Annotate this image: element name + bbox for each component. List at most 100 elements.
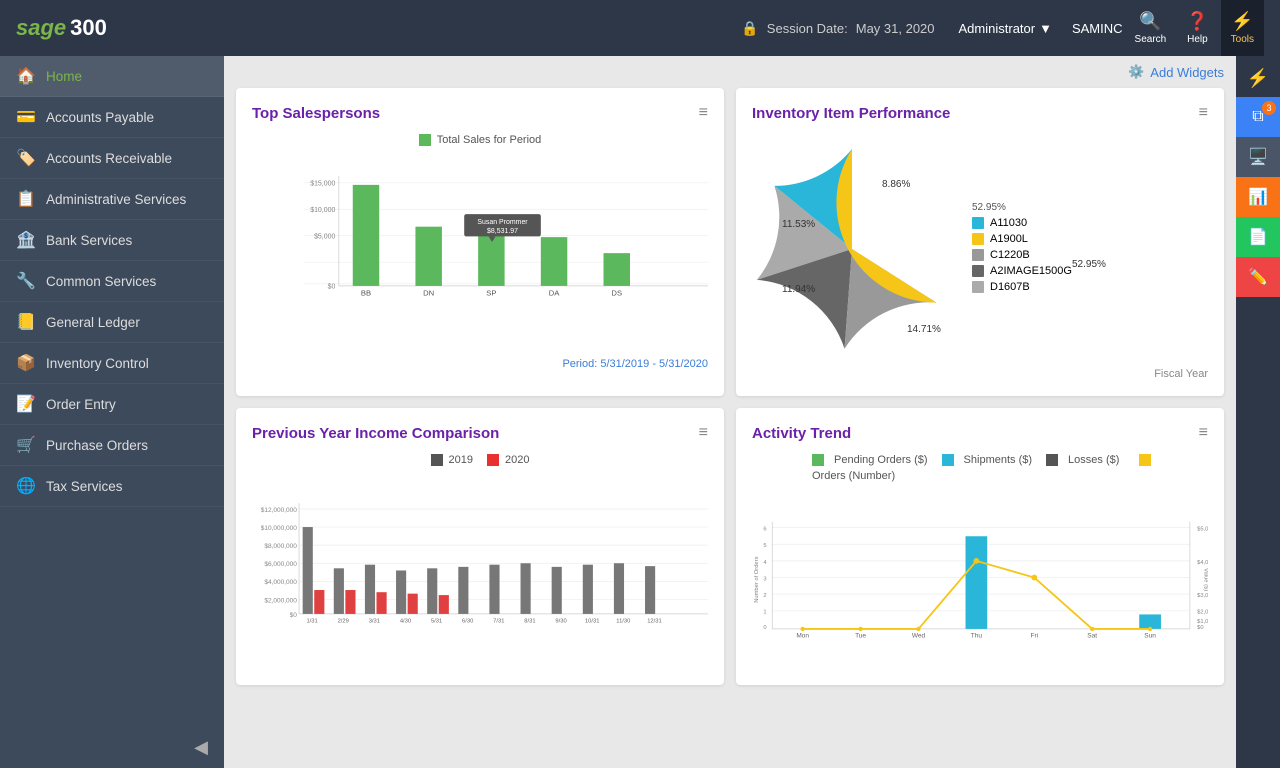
tools-button[interactable]: ⚡ Tools bbox=[1221, 0, 1264, 56]
home-icon: 🏠 bbox=[16, 66, 36, 86]
company-label: SAMINC bbox=[1072, 21, 1123, 36]
right-panel: ⚡ ⧉ 3 🖥️ 📊 📄 ✏️ bbox=[1236, 56, 1280, 768]
sidebar-item-order-entry[interactable]: 📝 Order Entry bbox=[0, 384, 224, 425]
sidebar-item-accounts-receivable[interactable]: 🏷️ Accounts Receivable bbox=[0, 138, 224, 179]
sidebar-item-purchase-orders[interactable]: 🛒 Purchase Orders bbox=[0, 425, 224, 466]
sidebar-item-accounts-payable[interactable]: 💳 Accounts Payable bbox=[0, 97, 224, 138]
svg-text:7/31: 7/31 bbox=[493, 619, 504, 625]
svg-text:Fri: Fri bbox=[1030, 633, 1038, 640]
sidebar-item-general-ledger[interactable]: 📒 General Ledger bbox=[0, 302, 224, 343]
svg-text:$4,000: $4,000 bbox=[1197, 560, 1208, 566]
sidebar-item-home[interactable]: 🏠 Home bbox=[0, 56, 224, 97]
svg-text:3: 3 bbox=[763, 576, 766, 582]
svg-text:5/31: 5/31 bbox=[431, 619, 442, 625]
lock-icon: 🔒 bbox=[741, 20, 758, 37]
svg-text:$15,000: $15,000 bbox=[310, 181, 335, 188]
svg-text:10/31: 10/31 bbox=[585, 619, 599, 625]
svg-text:$5,000: $5,000 bbox=[1197, 526, 1208, 532]
svg-text:DS: DS bbox=[611, 289, 622, 298]
svg-text:12/31: 12/31 bbox=[647, 619, 661, 625]
search-button[interactable]: 🔍 Search bbox=[1127, 7, 1175, 49]
legend-losses: Losses ($) bbox=[1068, 454, 1119, 466]
common-services-icon: 🔧 bbox=[16, 271, 36, 291]
session-date: May 31, 2020 bbox=[856, 21, 935, 36]
sidebar-item-administrative-services[interactable]: 📋 Administrative Services bbox=[0, 179, 224, 220]
main-layout: 🏠 Home 💳 Accounts Payable 🏷️ Accounts Re… bbox=[0, 56, 1280, 768]
inventory-menu[interactable]: ≡ bbox=[1199, 104, 1208, 122]
inventory-performance-widget: Inventory Item Performance ≡ bbox=[736, 88, 1224, 396]
activity-menu[interactable]: ≡ bbox=[1199, 424, 1208, 442]
salespersons-legend: Total Sales for Period bbox=[252, 134, 708, 146]
income-header: Previous Year Income Comparison ≡ bbox=[252, 424, 708, 442]
right-icon-windows[interactable]: ⧉ 3 bbox=[1236, 97, 1280, 137]
windows-badge: 3 bbox=[1262, 101, 1276, 115]
add-widgets-button[interactable]: ⚙️ Add Widgets bbox=[1128, 64, 1224, 80]
activity-svg: 6 5 4 3 2 1 0 $5,000 $4,000 $3,000 $2,00… bbox=[752, 494, 1208, 669]
salespersons-legend-label: Total Sales for Period bbox=[437, 134, 542, 146]
legend-shipments: Shipments ($) bbox=[964, 454, 1032, 466]
salespersons-chart: $15,000 $10,000 $5,000 $0 BB DN SP bbox=[252, 154, 708, 354]
top-bar: ⚙️ Add Widgets bbox=[236, 64, 1224, 80]
admin-button[interactable]: Administrator ▼ bbox=[951, 17, 1060, 40]
svg-text:$3,000: $3,000 bbox=[1197, 593, 1208, 599]
svg-text:6: 6 bbox=[763, 526, 766, 532]
svg-text:$2,000: $2,000 bbox=[1197, 610, 1208, 616]
svg-text:$0: $0 bbox=[1197, 625, 1203, 631]
legend-a1900l: A1900L bbox=[972, 233, 1208, 245]
svg-text:Wed: Wed bbox=[912, 633, 926, 640]
svg-text:2: 2 bbox=[763, 593, 766, 599]
right-icon-doc[interactable]: 📄 bbox=[1236, 217, 1280, 257]
sidebar-item-inventory-control[interactable]: 📦 Inventory Control bbox=[0, 343, 224, 384]
logo-300: 300 bbox=[70, 15, 107, 41]
svg-text:$8,531.97: $8,531.97 bbox=[487, 228, 518, 235]
svg-text:$12,000,000: $12,000,000 bbox=[261, 507, 298, 514]
svg-text:3/31: 3/31 bbox=[369, 619, 380, 625]
pie-chart-area: 52.95% A11030 A1900L C1220B bbox=[752, 134, 1208, 364]
sidebar-collapse-button[interactable]: ◀ bbox=[0, 727, 224, 768]
svg-text:$10,000,000: $10,000,000 bbox=[261, 525, 298, 532]
income-legend: 2019 2020 bbox=[252, 454, 708, 466]
pie-color-a1900l bbox=[972, 233, 984, 245]
svg-text:1: 1 bbox=[763, 610, 766, 616]
sidebar-item-common-services[interactable]: 🔧 Common Services bbox=[0, 261, 224, 302]
legend-2019-box bbox=[431, 454, 443, 466]
top-salespersons-title: Top Salespersons bbox=[252, 105, 380, 122]
right-icon-edit[interactable]: ✏️ bbox=[1236, 257, 1280, 297]
activity-title: Activity Trend bbox=[752, 425, 851, 442]
legend-orders-box bbox=[1139, 454, 1151, 466]
top-salespersons-menu[interactable]: ≡ bbox=[699, 104, 708, 122]
svg-text:11/30: 11/30 bbox=[616, 619, 630, 625]
legend-2019: 2019 bbox=[449, 454, 473, 466]
help-button[interactable]: ❓ Help bbox=[1178, 7, 1216, 49]
svg-text:Sun: Sun bbox=[1144, 633, 1156, 640]
activity-legend: Pending Orders ($) Shipments ($) Losses … bbox=[752, 454, 1208, 486]
lightning-top-icon[interactable]: ⚡ bbox=[1247, 60, 1269, 97]
svg-text:8/31: 8/31 bbox=[524, 619, 535, 625]
svg-text:$0: $0 bbox=[328, 284, 336, 291]
svg-text:$0: $0 bbox=[290, 612, 298, 619]
activity-header: Activity Trend ≡ bbox=[752, 424, 1208, 442]
admin-services-icon: 📋 bbox=[16, 189, 36, 209]
legend-a2image: A2IMAGE1500G bbox=[972, 265, 1208, 277]
svg-text:4/30: 4/30 bbox=[400, 619, 411, 625]
header-right: Administrator ▼ SAMINC 🔍 Search ❓ Help ⚡… bbox=[951, 0, 1264, 56]
salespersons-svg: $15,000 $10,000 $5,000 $0 BB DN SP bbox=[304, 154, 708, 330]
right-icon-monitor[interactable]: 🖥️ bbox=[1236, 137, 1280, 177]
svg-text:0: 0 bbox=[763, 625, 766, 631]
session-info: 🔒 Session Date: May 31, 2020 bbox=[741, 20, 934, 37]
legend-2020: 2020 bbox=[505, 454, 529, 466]
svg-text:DN: DN bbox=[423, 289, 434, 298]
help-icon: ❓ bbox=[1186, 11, 1208, 32]
svg-text:$2,000,000: $2,000,000 bbox=[264, 597, 297, 604]
svg-text:SP: SP bbox=[486, 289, 496, 298]
svg-text:Sat: Sat bbox=[1087, 633, 1097, 640]
svg-text:$10,000: $10,000 bbox=[310, 207, 335, 214]
svg-text:5: 5 bbox=[763, 543, 766, 549]
svg-text:$5,000: $5,000 bbox=[314, 234, 335, 241]
income-menu[interactable]: ≡ bbox=[699, 424, 708, 442]
sidebar-item-bank-services[interactable]: 🏦 Bank Services bbox=[0, 220, 224, 261]
right-icon-chart[interactable]: 📊 bbox=[1236, 177, 1280, 217]
sidebar-item-tax-services[interactable]: 🌐 Tax Services bbox=[0, 466, 224, 507]
svg-text:$8,000,000: $8,000,000 bbox=[264, 543, 297, 550]
fiscal-year-label: Fiscal Year bbox=[752, 368, 1208, 380]
